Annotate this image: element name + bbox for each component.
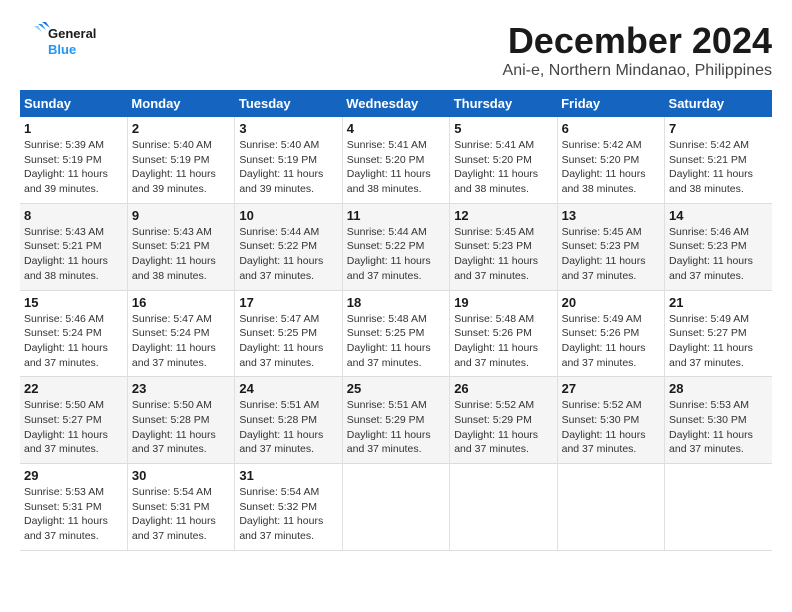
list-item: 31 Sunrise: 5:54 AMSunset: 5:32 PMDaylig… <box>235 464 342 551</box>
list-item: 10 Sunrise: 5:44 AMSunset: 5:22 PMDaylig… <box>235 203 342 290</box>
list-item: 22 Sunrise: 5:50 AMSunset: 5:27 PMDaylig… <box>20 377 127 464</box>
list-item: 19 Sunrise: 5:48 AMSunset: 5:26 PMDaylig… <box>450 290 557 377</box>
table-row: 1 Sunrise: 5:39 AMSunset: 5:19 PMDayligh… <box>20 117 772 203</box>
list-item: 3 Sunrise: 5:40 AMSunset: 5:19 PMDayligh… <box>235 117 342 203</box>
header-saturday: Saturday <box>665 90 772 117</box>
list-item: 18 Sunrise: 5:48 AMSunset: 5:25 PMDaylig… <box>342 290 449 377</box>
list-item: 13 Sunrise: 5:45 AMSunset: 5:23 PMDaylig… <box>557 203 664 290</box>
list-item: 1 Sunrise: 5:39 AMSunset: 5:19 PMDayligh… <box>20 117 127 203</box>
list-item: 9 Sunrise: 5:43 AMSunset: 5:21 PMDayligh… <box>127 203 234 290</box>
list-item: 16 Sunrise: 5:47 AMSunset: 5:24 PMDaylig… <box>127 290 234 377</box>
title-section: December 2024 Ani-e, Northern Mindanao, … <box>503 20 772 80</box>
list-item: 8 Sunrise: 5:43 AMSunset: 5:21 PMDayligh… <box>20 203 127 290</box>
list-item: 6 Sunrise: 5:42 AMSunset: 5:20 PMDayligh… <box>557 117 664 203</box>
list-item: 26 Sunrise: 5:52 AMSunset: 5:29 PMDaylig… <box>450 377 557 464</box>
table-row: 22 Sunrise: 5:50 AMSunset: 5:27 PMDaylig… <box>20 377 772 464</box>
header-friday: Friday <box>557 90 664 117</box>
calendar-title: December 2024 <box>503 20 772 62</box>
list-item: 24 Sunrise: 5:51 AMSunset: 5:28 PMDaylig… <box>235 377 342 464</box>
logo-svg: General Blue <box>20 20 110 64</box>
empty-cell <box>342 464 449 551</box>
list-item: 4 Sunrise: 5:41 AMSunset: 5:20 PMDayligh… <box>342 117 449 203</box>
table-row: 8 Sunrise: 5:43 AMSunset: 5:21 PMDayligh… <box>20 203 772 290</box>
list-item: 29 Sunrise: 5:53 AMSunset: 5:31 PMDaylig… <box>20 464 127 551</box>
list-item: 27 Sunrise: 5:52 AMSunset: 5:30 PMDaylig… <box>557 377 664 464</box>
list-item: 20 Sunrise: 5:49 AMSunset: 5:26 PMDaylig… <box>557 290 664 377</box>
svg-text:Blue: Blue <box>48 42 76 57</box>
empty-cell <box>450 464 557 551</box>
calendar-table: Sunday Monday Tuesday Wednesday Thursday… <box>20 90 772 551</box>
table-row: 29 Sunrise: 5:53 AMSunset: 5:31 PMDaylig… <box>20 464 772 551</box>
empty-cell <box>665 464 772 551</box>
empty-cell <box>557 464 664 551</box>
header-wednesday: Wednesday <box>342 90 449 117</box>
list-item: 2 Sunrise: 5:40 AMSunset: 5:19 PMDayligh… <box>127 117 234 203</box>
list-item: 15 Sunrise: 5:46 AMSunset: 5:24 PMDaylig… <box>20 290 127 377</box>
page-header: General Blue December 2024 Ani-e, Northe… <box>20 20 772 80</box>
logo: General Blue <box>20 20 110 64</box>
list-item: 28 Sunrise: 5:53 AMSunset: 5:30 PMDaylig… <box>665 377 772 464</box>
header-monday: Monday <box>127 90 234 117</box>
header-thursday: Thursday <box>450 90 557 117</box>
list-item: 30 Sunrise: 5:54 AMSunset: 5:31 PMDaylig… <box>127 464 234 551</box>
list-item: 17 Sunrise: 5:47 AMSunset: 5:25 PMDaylig… <box>235 290 342 377</box>
calendar-subtitle: Ani-e, Northern Mindanao, Philippines <box>503 62 772 80</box>
list-item: 23 Sunrise: 5:50 AMSunset: 5:28 PMDaylig… <box>127 377 234 464</box>
calendar-header-row: Sunday Monday Tuesday Wednesday Thursday… <box>20 90 772 117</box>
header-tuesday: Tuesday <box>235 90 342 117</box>
list-item: 5 Sunrise: 5:41 AMSunset: 5:20 PMDayligh… <box>450 117 557 203</box>
list-item: 7 Sunrise: 5:42 AMSunset: 5:21 PMDayligh… <box>665 117 772 203</box>
header-sunday: Sunday <box>20 90 127 117</box>
list-item: 12 Sunrise: 5:45 AMSunset: 5:23 PMDaylig… <box>450 203 557 290</box>
list-item: 21 Sunrise: 5:49 AMSunset: 5:27 PMDaylig… <box>665 290 772 377</box>
list-item: 25 Sunrise: 5:51 AMSunset: 5:29 PMDaylig… <box>342 377 449 464</box>
svg-text:General: General <box>48 26 96 41</box>
list-item: 11 Sunrise: 5:44 AMSunset: 5:22 PMDaylig… <box>342 203 449 290</box>
table-row: 15 Sunrise: 5:46 AMSunset: 5:24 PMDaylig… <box>20 290 772 377</box>
list-item: 14 Sunrise: 5:46 AMSunset: 5:23 PMDaylig… <box>665 203 772 290</box>
